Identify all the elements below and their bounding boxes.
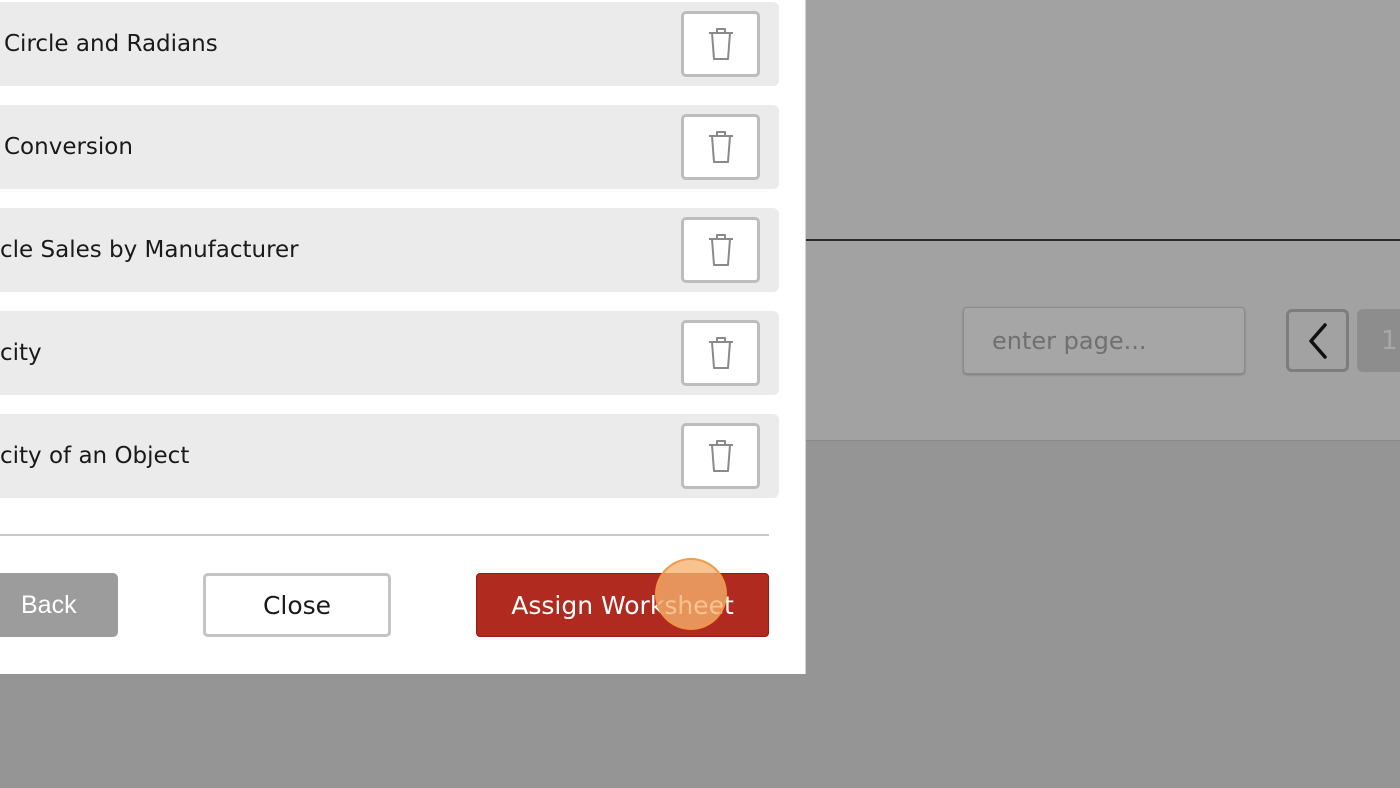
page-number-label: 1 bbox=[1381, 325, 1398, 356]
delete-worksheet-button[interactable] bbox=[681, 423, 760, 489]
trash-icon bbox=[708, 131, 733, 163]
previous-page-button[interactable] bbox=[1286, 309, 1349, 372]
trash-icon bbox=[708, 28, 733, 60]
worksheet-title: Conversion bbox=[4, 134, 133, 160]
trash-icon bbox=[708, 234, 733, 266]
worksheet-list-item: city of an Object bbox=[0, 414, 779, 498]
chevron-left-icon bbox=[1308, 322, 1327, 359]
back-button[interactable]: Back bbox=[0, 573, 118, 637]
trash-icon bbox=[708, 440, 733, 472]
assign-worksheets-modal: Circle and Radians Conversion cle Sales … bbox=[0, 0, 806, 674]
delete-worksheet-button[interactable] bbox=[681, 320, 760, 386]
back-button-label: Back bbox=[21, 590, 77, 619]
worksheet-title: city bbox=[0, 340, 42, 366]
trash-icon bbox=[708, 337, 733, 369]
pagination-bar-border bbox=[806, 440, 1400, 441]
worksheet-list-item: Conversion bbox=[0, 105, 779, 189]
worksheet-list-item: Circle and Radians bbox=[0, 2, 779, 86]
close-button[interactable]: Close bbox=[203, 573, 391, 637]
worksheet-title: cle Sales by Manufacturer bbox=[0, 237, 299, 263]
page-number-button[interactable]: 1 bbox=[1357, 309, 1400, 372]
close-button-label: Close bbox=[262, 590, 332, 620]
worksheet-title: Circle and Radians bbox=[4, 31, 218, 57]
worksheet-list-item: cle Sales by Manufacturer bbox=[0, 208, 779, 292]
delete-worksheet-button[interactable] bbox=[681, 11, 760, 77]
delete-worksheet-button[interactable] bbox=[681, 114, 760, 180]
delete-worksheet-button[interactable] bbox=[681, 217, 760, 283]
assign-worksheet-button[interactable]: Assign Worksheet bbox=[476, 573, 769, 637]
assign-worksheet-label: Assign Worksheet bbox=[511, 590, 734, 620]
worksheet-list-item: city bbox=[0, 311, 779, 395]
worksheet-title: city of an Object bbox=[0, 443, 190, 469]
modal-footer-divider bbox=[0, 534, 769, 536]
page-number-input[interactable] bbox=[963, 307, 1245, 374]
